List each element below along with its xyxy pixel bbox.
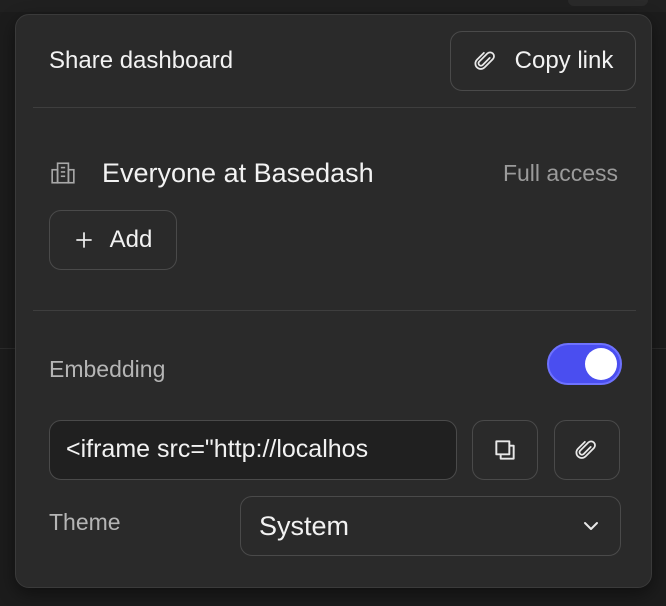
theme-select[interactable]: System xyxy=(240,496,621,556)
paperclip-icon xyxy=(474,51,495,70)
copy-link-button[interactable]: Copy link xyxy=(450,31,636,91)
chevron-down-icon xyxy=(584,522,598,530)
plus-icon xyxy=(75,232,92,248)
divider xyxy=(33,310,636,311)
theme-label: Theme xyxy=(49,509,121,535)
divider xyxy=(33,107,636,108)
add-label: Add xyxy=(109,226,153,253)
embedding-label: Embedding xyxy=(49,356,166,382)
share-dialog: Share dashboard Copy link Everyone at Ba… xyxy=(15,14,652,588)
permission-level[interactable]: Full access xyxy=(503,160,618,187)
building-icon xyxy=(51,162,75,184)
toggle-knob xyxy=(585,348,617,380)
access-row: Everyone at Basedash Full access xyxy=(50,155,618,191)
group-name: Everyone at Basedash xyxy=(102,157,374,188)
dialog-title: Share dashboard xyxy=(49,47,234,74)
theme-value: System xyxy=(259,510,350,541)
add-button[interactable]: Add xyxy=(49,210,177,270)
backdrop-tab xyxy=(568,0,648,6)
copy-embed-button[interactable] xyxy=(472,420,538,480)
copy-icon xyxy=(495,440,515,460)
copy-link-label: Copy link xyxy=(514,47,614,74)
embedding-toggle[interactable] xyxy=(547,343,622,385)
embed-code-field[interactable]: <iframe src="http://localhos xyxy=(49,420,457,480)
backdrop-top xyxy=(0,0,666,12)
paperclip-icon xyxy=(575,440,596,459)
copy-embed-link-button[interactable] xyxy=(554,420,620,480)
